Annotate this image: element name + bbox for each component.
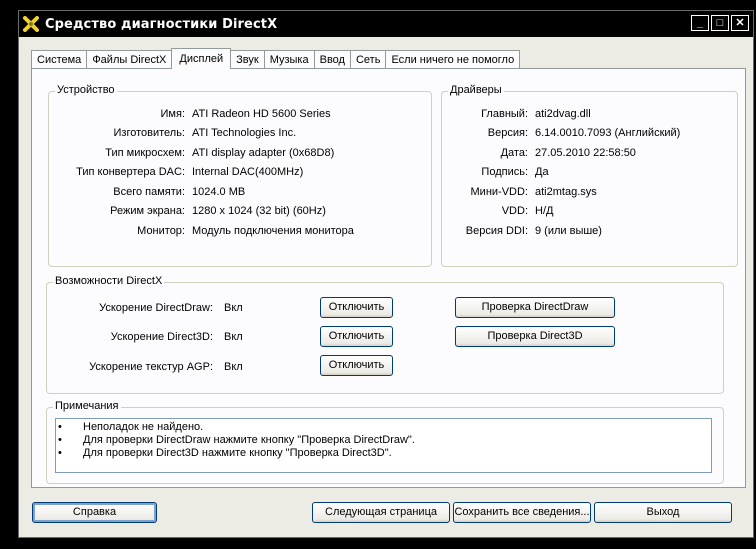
device-display-mode-label: Режим экрана:	[110, 205, 185, 217]
device-chip-type-value: ATI display adapter (0x68D8)	[192, 147, 335, 159]
tab-display[interactable]: Дисплей	[171, 48, 232, 69]
minimize-button[interactable]: _	[691, 15, 709, 31]
device-group-title: Устройство	[55, 84, 117, 96]
driver-date-value: 27.05.2010 22:58:50	[535, 147, 636, 159]
exit-button[interactable]: Выход	[594, 502, 732, 523]
tab-network[interactable]: Сеть	[349, 50, 387, 69]
bullet: •	[58, 421, 62, 433]
device-manufacturer-value: ATI Technologies Inc.	[192, 127, 297, 139]
device-dac-type-value: Internal DAC(400MHz)	[192, 166, 304, 178]
drivers-group: Драйверы Главный: ati2dvag.dll Версия: 6…	[441, 84, 738, 267]
tab-sound[interactable]: Звук	[230, 50, 265, 69]
window-title: Средство диагностики DirectX	[45, 16, 278, 32]
tab-directx-files[interactable]: Файлы DirectX	[86, 50, 173, 69]
driver-version-value: 6.14.0010.7093 (Английский)	[535, 127, 681, 139]
driver-vdd-value: Н/Д	[535, 205, 554, 217]
bullet: •	[58, 434, 62, 446]
tab-more-help[interactable]: Если ничего не помогло	[385, 50, 521, 69]
bullet: •	[58, 447, 62, 459]
direct3d-accel-label: Ускорение Direct3D:	[110, 331, 213, 343]
device-group: Устройство Имя: ATI Radeon HD 5600 Serie…	[48, 84, 432, 267]
directx-icon	[23, 16, 39, 32]
device-memory-label: Всего памяти:	[113, 186, 185, 198]
test-direct3d-button[interactable]: Проверка Direct3D	[455, 326, 615, 347]
driver-signed-label: Подпись:	[481, 166, 528, 178]
directx-features-group: Возможности DirectX Ускорение DirectDraw…	[46, 275, 724, 394]
device-chip-type-label: Тип микросхем:	[105, 147, 185, 159]
title-bar[interactable]: Средство диагностики DirectX _ □ ✕	[19, 11, 753, 37]
maximize-button[interactable]: □	[711, 15, 729, 31]
note-text: Для проверки Direct3D нажмите кнопку "Пр…	[83, 447, 392, 459]
tab-input[interactable]: Ввод	[313, 50, 351, 69]
disable-direct3d-button[interactable]: Отключить	[320, 326, 393, 347]
note-item: • Для проверки Direct3D нажмите кнопку "…	[56, 447, 711, 460]
disable-directdraw-button[interactable]: Отключить	[320, 297, 393, 318]
test-directdraw-button[interactable]: Проверка DirectDraw	[455, 297, 615, 318]
driver-date-label: Дата:	[500, 147, 528, 159]
tab-strip: Система Файлы DirectX Дисплей Звук Музык…	[31, 48, 521, 69]
note-text: Неполадок не найдено.	[83, 421, 204, 433]
agp-accel-value: Вкл	[224, 361, 243, 373]
note-item: • Неполадок не найдено.	[56, 421, 711, 434]
help-button[interactable]: Справка	[32, 502, 157, 523]
disable-agp-button[interactable]: Отключить	[320, 355, 393, 376]
next-page-button[interactable]: Следующая страница	[312, 502, 450, 523]
save-all-info-button[interactable]: Сохранить все сведения...	[453, 502, 591, 523]
notes-title: Примечания	[53, 400, 121, 412]
driver-signed-value: Да	[535, 166, 549, 178]
notes-group: Примечания • Неполадок не найдено. • Для…	[46, 400, 724, 484]
tab-system[interactable]: Система	[31, 50, 88, 69]
directdraw-accel-label: Ускорение DirectDraw:	[99, 302, 213, 314]
device-name-label: Имя:	[160, 108, 185, 120]
tab-music[interactable]: Музыка	[263, 50, 315, 69]
display-tab-panel: Устройство Имя: ATI Radeon HD 5600 Serie…	[31, 68, 746, 488]
device-monitor-value: Модуль подключения монитора	[192, 225, 354, 237]
drivers-group-title: Драйверы	[448, 84, 504, 96]
driver-main-value: ati2dvag.dll	[535, 108, 591, 120]
device-dac-type-label: Тип конвертера DAC:	[76, 166, 185, 178]
device-memory-value: 1024.0 MB	[192, 186, 246, 198]
dxdiag-window: Средство диагностики DirectX _ □ ✕ Систе…	[18, 10, 754, 538]
driver-vdd-label: VDD:	[501, 205, 528, 217]
agp-accel-label: Ускорение текстур AGP:	[89, 361, 213, 373]
directdraw-accel-value: Вкл	[224, 302, 243, 314]
driver-main-label: Главный:	[481, 108, 528, 120]
note-item: • Для проверки DirectDraw нажмите кнопку…	[56, 434, 711, 447]
device-monitor-label: Монитор:	[137, 225, 185, 237]
device-manufacturer-label: Изготовитель:	[113, 127, 186, 139]
notes-list[interactable]: • Неполадок не найдено. • Для проверки D…	[55, 418, 712, 473]
device-name-value: ATI Radeon HD 5600 Series	[192, 108, 331, 120]
driver-mini-vdd-value: ati2mtag.sys	[535, 186, 597, 198]
direct3d-accel-value: Вкл	[224, 331, 243, 343]
device-display-mode-value: 1280 x 1024 (32 bit) (60Hz)	[192, 205, 326, 217]
driver-ddi-version-value: 9 (или выше)	[535, 225, 602, 237]
note-text: Для проверки DirectDraw нажмите кнопку "…	[83, 434, 415, 446]
directx-features-title: Возможности DirectX	[53, 275, 165, 287]
close-button[interactable]: ✕	[731, 15, 749, 31]
driver-ddi-version-label: Версия DDI:	[465, 225, 528, 237]
driver-mini-vdd-label: Мини-VDD:	[470, 186, 528, 198]
driver-version-label: Версия:	[487, 127, 528, 139]
